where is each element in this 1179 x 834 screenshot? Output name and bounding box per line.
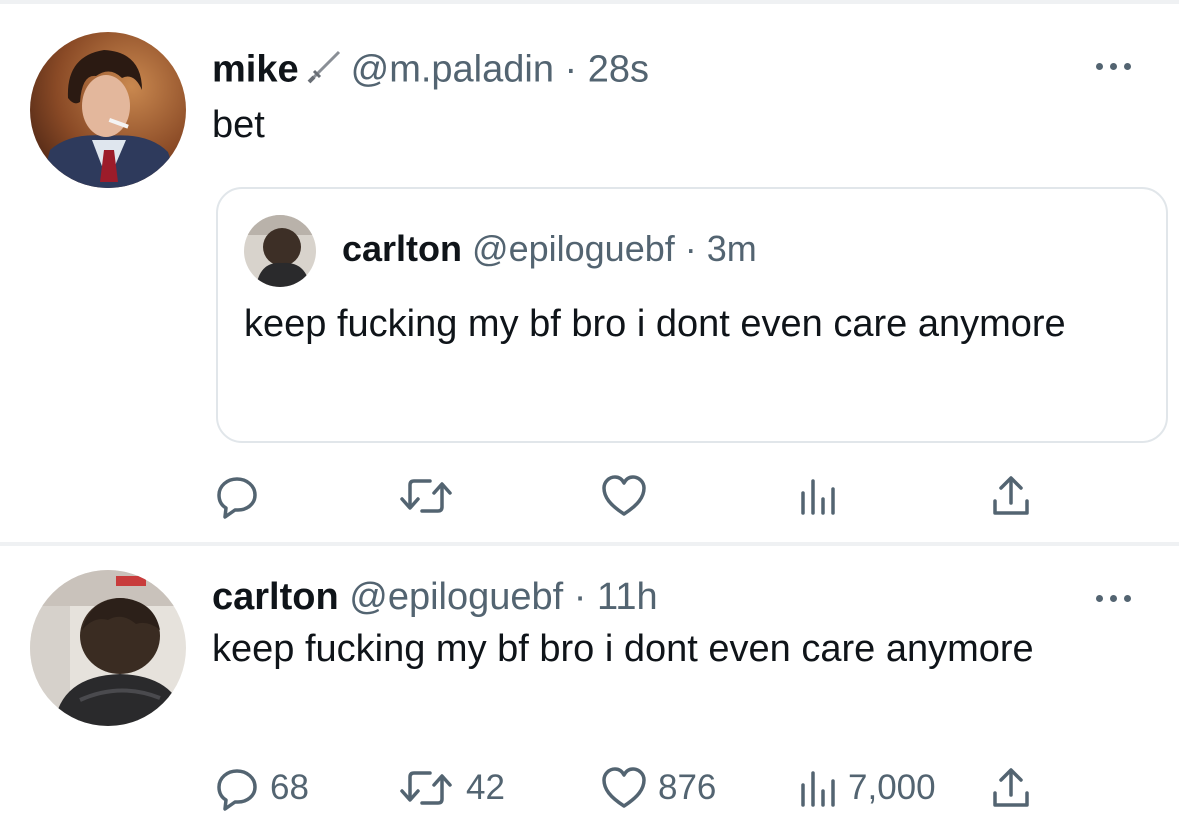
action-bar — [0, 466, 1179, 526]
analytics-icon — [801, 479, 835, 515]
action-bar: 68 42 876 7,000 — [0, 758, 1179, 818]
avatar[interactable] — [30, 32, 186, 188]
like-count: 876 — [658, 768, 717, 807]
separator-dot: · — [684, 228, 697, 269]
handle[interactable]: @m.paladin — [351, 49, 554, 91]
avatar-photo — [30, 570, 186, 726]
share-icon — [993, 768, 1029, 807]
avatar-photo — [244, 215, 316, 287]
reply-count: 68 — [270, 768, 309, 807]
timestamp[interactable]: 28s — [588, 49, 649, 91]
reply-icon — [217, 477, 257, 519]
tweet-carlton[interactable]: carlton @epiloguebf · 11h keep fucking m… — [0, 546, 1179, 834]
reply-icon — [217, 769, 257, 811]
retweet-button[interactable] — [396, 466, 466, 526]
tweet-header: carlton @epiloguebf · 11h — [212, 574, 658, 620]
views-button[interactable]: 7,000 — [798, 758, 936, 818]
quoted-header: carlton @epiloguebf · 3m — [342, 226, 757, 272]
tweet-text: keep fucking my bf bro i dont even care … — [212, 628, 1034, 670]
quoted-handle[interactable]: @epiloguebf — [472, 228, 675, 269]
more-options-icon[interactable] — [1094, 60, 1134, 72]
views-count: 7,000 — [848, 768, 936, 807]
share-button[interactable] — [990, 758, 1032, 818]
separator-dot: · — [564, 48, 578, 91]
display-name[interactable]: mike — [212, 49, 299, 91]
heart-icon — [602, 475, 646, 516]
display-name[interactable]: carlton — [212, 576, 339, 618]
separator-dot: · — [573, 576, 587, 618]
like-button[interactable]: 876 — [600, 758, 716, 818]
more-options-icon[interactable] — [1094, 592, 1134, 604]
quoted-text: keep fucking my bf bro i dont even care … — [244, 303, 1066, 345]
quoted-tweet[interactable]: carlton @epiloguebf · 3m keep fucking my… — [216, 187, 1168, 443]
quoted-timestamp[interactable]: 3m — [707, 228, 757, 269]
retweet-button[interactable]: 42 — [396, 758, 505, 818]
heart-icon — [602, 767, 646, 808]
analytics-icon — [801, 771, 835, 807]
views-button[interactable] — [798, 466, 848, 526]
handle[interactable]: @epiloguebf — [349, 576, 563, 618]
retweet-icon — [400, 479, 452, 513]
avatar-photo — [30, 32, 186, 188]
reply-button[interactable] — [214, 466, 270, 526]
timestamp[interactable]: 11h — [597, 576, 658, 618]
retweet-icon — [400, 771, 452, 805]
share-button[interactable] — [990, 466, 1032, 526]
share-icon — [993, 476, 1029, 515]
like-button[interactable] — [600, 466, 658, 526]
quoted-avatar[interactable] — [244, 215, 316, 287]
tweet-header: mike @m.paladin · 28s — [212, 46, 649, 97]
sword-icon — [305, 46, 345, 97]
tweet-text: bet — [212, 104, 265, 146]
reply-button[interactable]: 68 — [214, 758, 309, 818]
quoted-display-name[interactable]: carlton — [342, 228, 462, 269]
tweet-mike[interactable]: mike @m.paladin · 28s bet carlton @epilog… — [0, 4, 1179, 542]
avatar[interactable] — [30, 570, 186, 726]
retweet-count: 42 — [466, 768, 505, 807]
